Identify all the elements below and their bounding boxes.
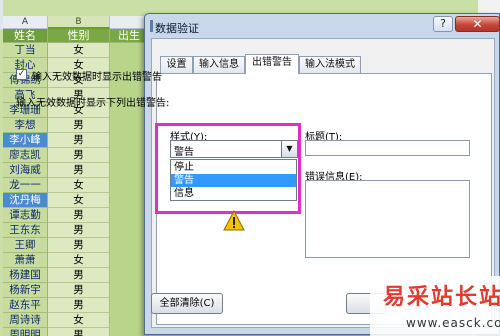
column-header-a[interactable]: A bbox=[3, 16, 48, 29]
sex-cell[interactable]: 男 bbox=[48, 283, 110, 298]
sex-cell[interactable]: 女 bbox=[48, 313, 110, 328]
tab-settings[interactable]: 设置 bbox=[160, 56, 193, 73]
title-input[interactable] bbox=[305, 140, 470, 156]
sex-cell[interactable]: 男 bbox=[48, 298, 110, 313]
name-cell[interactable]: 杨建国 bbox=[3, 268, 48, 283]
sex-cell[interactable]: 男 bbox=[48, 328, 110, 336]
sex-cell[interactable]: 女 bbox=[48, 253, 110, 268]
name-cell[interactable]: 沈丹梅 bbox=[3, 193, 48, 208]
help-button[interactable]: ? bbox=[433, 16, 453, 32]
column-header-c[interactable] bbox=[110, 16, 145, 29]
sex-cell[interactable]: 男 bbox=[48, 208, 110, 223]
name-cell[interactable]: 萧萧 bbox=[3, 253, 48, 268]
sex-column: 女女女男女男男男男女女男男男女男男男女男 bbox=[48, 43, 110, 336]
name-cell[interactable]: 刘海威 bbox=[3, 163, 48, 178]
name-cell[interactable]: 李小峰 bbox=[3, 133, 48, 148]
header-sex-cell[interactable]: 性别 bbox=[48, 29, 110, 43]
name-cell[interactable]: 周诗诗 bbox=[3, 313, 48, 328]
name-cell[interactable]: 周明明 bbox=[3, 328, 48, 336]
name-cell[interactable]: 王东东 bbox=[3, 223, 48, 238]
sex-cell[interactable]: 男 bbox=[48, 163, 110, 178]
show-error-alert-checkbox[interactable]: ✓ bbox=[16, 69, 27, 80]
tab-input-message[interactable]: 输入信息 bbox=[193, 56, 245, 73]
tab-error-alert[interactable]: 出错警告 bbox=[245, 54, 299, 74]
name-cell[interactable]: 赵东平 bbox=[3, 298, 48, 313]
clear-all-button[interactable]: 全部清除(C) bbox=[151, 293, 223, 314]
sex-cell[interactable]: 男 bbox=[48, 223, 110, 238]
sex-cell[interactable]: 男 bbox=[48, 238, 110, 253]
name-cell[interactable]: 王卿 bbox=[3, 238, 48, 253]
sex-cell[interactable]: 男 bbox=[48, 268, 110, 283]
tab-strip: 设置 输入信息 出错警告 输入法模式 bbox=[160, 54, 500, 74]
watermark-url: www.easck.com bbox=[406, 316, 500, 330]
error-message-input[interactable] bbox=[305, 180, 470, 258]
dialog-app-icon bbox=[150, 20, 153, 32]
header-birth-cell[interactable]: 出生 bbox=[110, 29, 145, 43]
name-cell[interactable]: 龙一一 bbox=[3, 178, 48, 193]
name-cell[interactable]: 李想 bbox=[3, 118, 48, 133]
name-cell[interactable]: 廖志凯 bbox=[3, 148, 48, 163]
watermark: 易采站长站 www.easck.com bbox=[370, 276, 500, 336]
watermark-site-name: 易采站长站 bbox=[383, 284, 500, 310]
sex-cell[interactable]: 男 bbox=[48, 148, 110, 163]
name-column: 丁当 封心 傅锦绣 高飞 李珊珊 李想 李小峰 廖志凯 刘海威 龙一一 沈丹梅 谭志勤 王东东 王卿 萧萧杨… bbox=[3, 43, 48, 336]
highlight-frame bbox=[155, 123, 301, 214]
sex-cell[interactable]: 女 bbox=[48, 43, 110, 58]
close-button[interactable]: ✕ bbox=[455, 16, 500, 32]
sex-cell[interactable]: 男 bbox=[48, 118, 110, 133]
sex-cell[interactable]: 女 bbox=[48, 193, 110, 208]
show-error-alert-label: 输入无效数据时显示出错警告 bbox=[32, 72, 162, 83]
name-cell[interactable]: 丁当 bbox=[3, 43, 48, 58]
sex-cell[interactable]: 男 bbox=[48, 133, 110, 148]
sex-cell[interactable]: 女 bbox=[48, 178, 110, 193]
column-header-b[interactable]: B bbox=[48, 16, 110, 29]
tab-ime-mode[interactable]: 输入法模式 bbox=[299, 56, 361, 73]
name-cell[interactable]: 谭志勤 bbox=[3, 208, 48, 223]
name-cell[interactable]: 杨新宇 bbox=[3, 283, 48, 298]
dialog-title: 数据验证 bbox=[155, 22, 199, 35]
header-name-cell[interactable]: 姓名 bbox=[3, 29, 48, 43]
section-label: 输入无效数据时显示下列出错警告: bbox=[16, 98, 170, 109]
birth-column-cells[interactable] bbox=[110, 43, 145, 336]
warning-icon bbox=[223, 209, 245, 232]
dialog-titlebar[interactable]: 数据验证 ? ✕ bbox=[145, 14, 500, 38]
